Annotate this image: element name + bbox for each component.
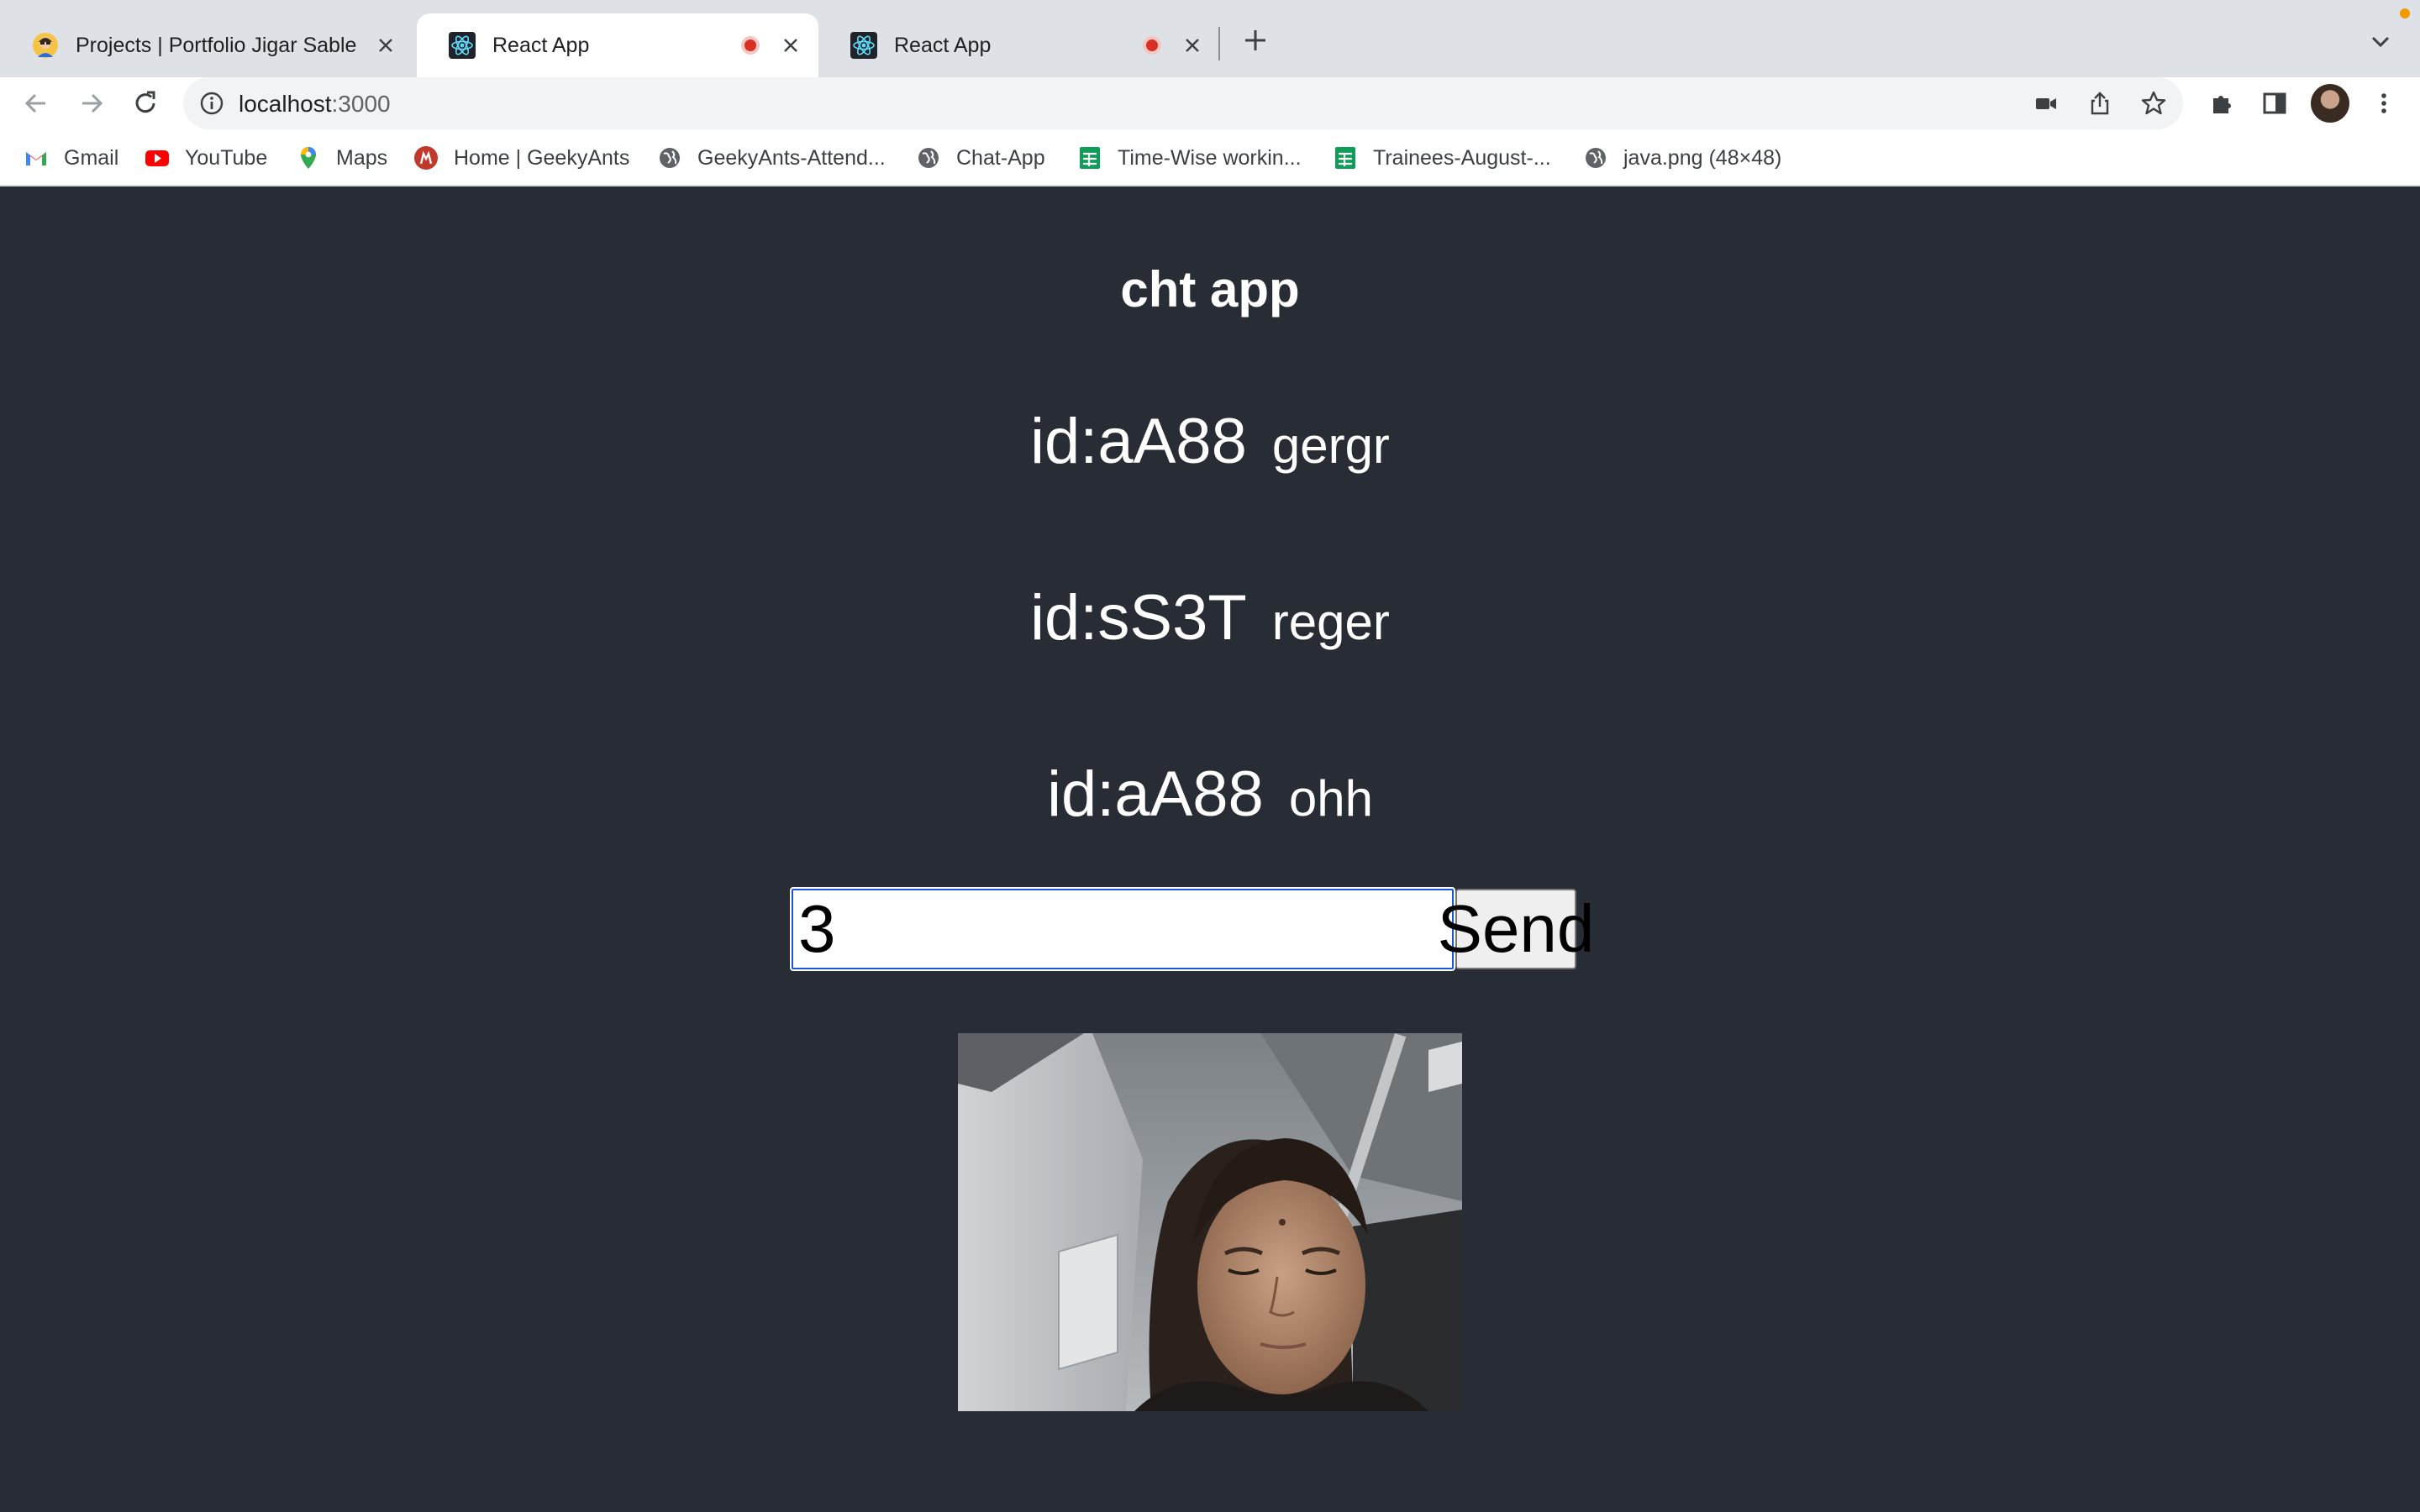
bookmark-chat-app[interactable]: Chat-App xyxy=(916,141,1045,175)
address-bar[interactable]: localhost:3000 xyxy=(183,77,2183,129)
portfolio-favicon-icon xyxy=(33,33,58,58)
browser-toolbar: localhost:3000 xyxy=(0,77,2420,129)
bookmark-time-wise[interactable]: Time-Wise workin... xyxy=(1077,141,1302,175)
profile-avatar[interactable] xyxy=(2311,84,2349,123)
tab-title: React App xyxy=(492,33,590,57)
side-panel-icon[interactable] xyxy=(2259,87,2291,119)
menu-kebab-icon[interactable] xyxy=(2368,87,2400,119)
back-button[interactable] xyxy=(20,87,52,119)
bookmark-geekyants-home[interactable]: Home | GeekyAnts xyxy=(413,141,629,175)
react-favicon-icon xyxy=(449,32,476,59)
globe-icon xyxy=(918,148,939,168)
forward-button[interactable] xyxy=(76,87,108,119)
bookmark-star-icon[interactable] xyxy=(2139,89,2168,118)
site-info-icon[interactable] xyxy=(198,90,225,117)
camera-in-use-icon[interactable] xyxy=(2032,89,2060,118)
message-sender-id: id:aA88 xyxy=(1030,406,1247,477)
bookmark-label: java.png (48×48) xyxy=(1623,145,1782,170)
tab-react-app[interactable]: React App xyxy=(818,13,1220,77)
tab-portfolio[interactable]: Projects | Portfolio Jigar Sable xyxy=(0,13,413,77)
tab-title: Projects | Portfolio Jigar Sable xyxy=(76,33,357,57)
gmail-icon xyxy=(26,152,46,165)
extensions-puzzle-icon[interactable] xyxy=(2206,87,2238,119)
close-tab-icon[interactable] xyxy=(1181,34,1203,56)
bookmark-label: Maps xyxy=(336,145,388,170)
bookmark-label: YouTube xyxy=(185,145,268,170)
message-input[interactable] xyxy=(790,887,1455,971)
plus-icon xyxy=(1245,30,1265,50)
app-page: cht app id:aA88 gergr id:sS3T reger id:aA8… xyxy=(0,186,2420,1512)
app-title: cht app xyxy=(1120,261,1300,318)
chat-message: id:aA88 ohh xyxy=(0,758,2420,831)
message-composer: Send xyxy=(790,887,1630,971)
geekyants-icon xyxy=(414,146,438,170)
forward-arrow-icon xyxy=(82,93,103,113)
bookmark-geekyants-attend[interactable]: GeekyAnts-Attend... xyxy=(657,141,886,175)
recording-indicator-icon xyxy=(1143,36,1161,55)
reload-button[interactable] xyxy=(129,87,161,119)
message-sender-id: id:sS3T xyxy=(1030,582,1247,654)
sheets-icon xyxy=(1335,147,1355,169)
bookmark-trainees-august[interactable]: Trainees-August-... xyxy=(1333,141,1551,175)
url-host: localhost xyxy=(239,91,332,117)
bookmark-java-png[interactable]: java.png (48×48) xyxy=(1583,141,1781,175)
message-text: gergr xyxy=(1271,417,1390,474)
tab-react-app-active[interactable]: React App xyxy=(417,13,818,77)
webcam-frame-image xyxy=(958,1033,1462,1411)
chat-message: id:sS3T reger xyxy=(0,581,2420,654)
close-tab-icon[interactable] xyxy=(780,34,802,56)
send-button[interactable]: Send xyxy=(1438,889,1594,969)
youtube-icon xyxy=(145,150,169,166)
message-sender-id: id:aA88 xyxy=(1047,759,1264,830)
react-favicon-icon xyxy=(850,32,877,59)
bookmark-label: Time-Wise workin... xyxy=(1118,145,1302,170)
bookmarks-bar: Gmail YouTube Maps Home | GeekyAnts Geek… xyxy=(0,129,2420,186)
message-text: reger xyxy=(1271,594,1390,650)
chat-message: id:aA88 gergr xyxy=(0,405,2420,478)
back-arrow-icon xyxy=(24,93,45,113)
sheets-icon xyxy=(1080,147,1100,169)
maps-pin-icon xyxy=(301,147,316,169)
tab-title: React App xyxy=(894,33,992,57)
notification-dot xyxy=(2400,8,2410,18)
bookmark-label: Chat-App xyxy=(956,145,1045,170)
recording-indicator-icon xyxy=(741,36,760,55)
bookmark-label: Trainees-August-... xyxy=(1373,145,1551,170)
url-text: localhost:3000 xyxy=(239,91,391,118)
globe-icon xyxy=(660,148,680,168)
tab-strip: Projects | Portfolio Jigar Sable React A… xyxy=(0,0,2420,77)
bookmark-label: Gmail xyxy=(64,145,119,170)
reload-icon xyxy=(135,91,155,113)
bookmark-gmail[interactable]: Gmail xyxy=(24,141,118,175)
bookmark-youtube[interactable]: YouTube xyxy=(145,141,267,175)
message-text: ohh xyxy=(1288,770,1373,827)
bookmark-label: Home | GeekyAnts xyxy=(454,145,630,170)
close-tab-icon[interactable] xyxy=(375,34,397,56)
tab-separator xyxy=(1218,27,1220,60)
webcam-video xyxy=(958,1033,1462,1411)
tab-search-chevron-down-icon[interactable] xyxy=(2368,29,2393,54)
bookmark-label: GeekyAnts-Attend... xyxy=(697,145,886,170)
globe-icon xyxy=(1586,148,1606,168)
bookmark-maps[interactable]: Maps xyxy=(296,141,387,175)
new-tab-button[interactable] xyxy=(1240,25,1270,55)
url-port: :3000 xyxy=(331,91,391,117)
share-icon[interactable] xyxy=(2086,89,2114,118)
